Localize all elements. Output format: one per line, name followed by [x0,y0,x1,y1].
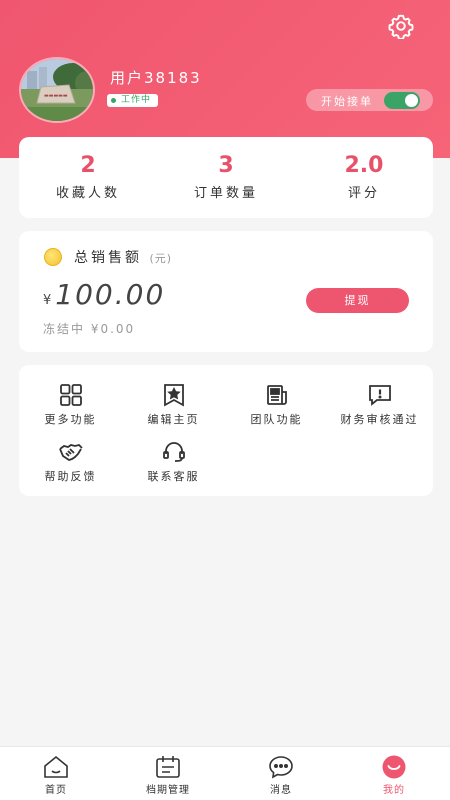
menu-label: 更多功能 [44,413,97,426]
bottom-tab-bar: 首页 档期管理 消息 我的 [0,746,450,800]
star-bookmark-icon [163,384,184,407]
function-menu: 更多功能 编辑主页 团队功能 财务审核通过 帮助反馈 联系客服 [19,365,433,496]
tab-profile[interactable]: 我的 [338,755,450,796]
status-badge: 工作中 [107,94,159,107]
withdraw-button[interactable]: 提现 [306,288,409,313]
home-icon [44,755,68,778]
tab-label: 消息 [270,785,292,796]
tab-schedule[interactable]: 档期管理 [112,755,224,796]
stat-label: 评分 [347,186,380,201]
stat-favorites[interactable]: 2 收藏人数 [19,137,157,201]
menu-team-features[interactable]: 团队功能 [225,383,328,427]
menu-contact-support[interactable]: 联系客服 [122,440,225,484]
grid-icon [59,384,82,406]
sales-title: 总销售额 (元) [74,247,172,267]
menu-finance-review[interactable]: 财务审核通过 [328,383,431,427]
calendar-icon [156,756,180,778]
sales-card: 总销售额 (元) ¥100.00 冻结中 ¥0.00 提现 [19,231,433,352]
sales-amount: ¥100.00 [43,278,165,311]
stat-value: 2.0 [344,153,384,178]
menu-help-feedback[interactable]: 帮助反馈 [19,440,122,484]
tab-messages[interactable]: 消息 [225,755,337,796]
stat-label: 收藏人数 [55,186,120,201]
stat-rating[interactable]: 2.0 评分 [295,137,433,201]
accept-orders-label: 开始接单 [321,95,373,108]
sales-unit: (元) [149,252,173,265]
sales-amount-value: 100.00 [55,278,166,311]
tab-label: 首页 [45,785,67,796]
profile-smile-icon [382,755,406,779]
stat-value: 2 [80,153,96,178]
handshake-icon [58,444,83,461]
menu-more-features[interactable]: 更多功能 [19,383,122,427]
tab-label: 档期管理 [146,785,190,796]
menu-label: 编辑主页 [147,413,200,426]
accept-orders-toggle-row: 开始接单 [306,89,433,111]
chat-icon [269,756,293,779]
sales-title-text: 总销售额 [74,250,142,266]
menu-edit-homepage[interactable]: 编辑主页 [122,383,225,427]
coin-icon [44,248,62,266]
menu-label: 团队功能 [250,413,303,426]
username: 用户38183 [110,69,202,87]
headset-icon [162,442,185,462]
stats-card: 2 收藏人数 3 订单数量 2.0 评分 [19,137,433,218]
svg-text:▬▬▬▬▬: ▬▬▬▬▬ [44,93,68,99]
menu-label: 财务审核通过 [340,413,419,426]
stat-orders[interactable]: 3 订单数量 [157,137,295,201]
menu-label: 帮助反馈 [44,470,97,483]
currency-symbol: ¥ [43,293,54,308]
alert-message-icon [368,385,391,406]
tab-label: 我的 [383,785,405,796]
avatar[interactable]: ▬▬▬▬▬ [19,57,95,123]
tab-home[interactable]: 首页 [0,755,112,796]
profile-header: ▬▬▬▬▬ 用户38183 工作中 开始接单 [0,0,450,158]
frozen-amount: 冻结中 ¥0.00 [43,322,136,336]
stat-value: 3 [218,153,234,178]
document-icon [266,385,287,405]
gear-icon[interactable] [388,13,414,39]
accept-orders-toggle[interactable] [384,92,420,109]
menu-label: 联系客服 [147,470,200,483]
stat-label: 订单数量 [193,186,258,201]
